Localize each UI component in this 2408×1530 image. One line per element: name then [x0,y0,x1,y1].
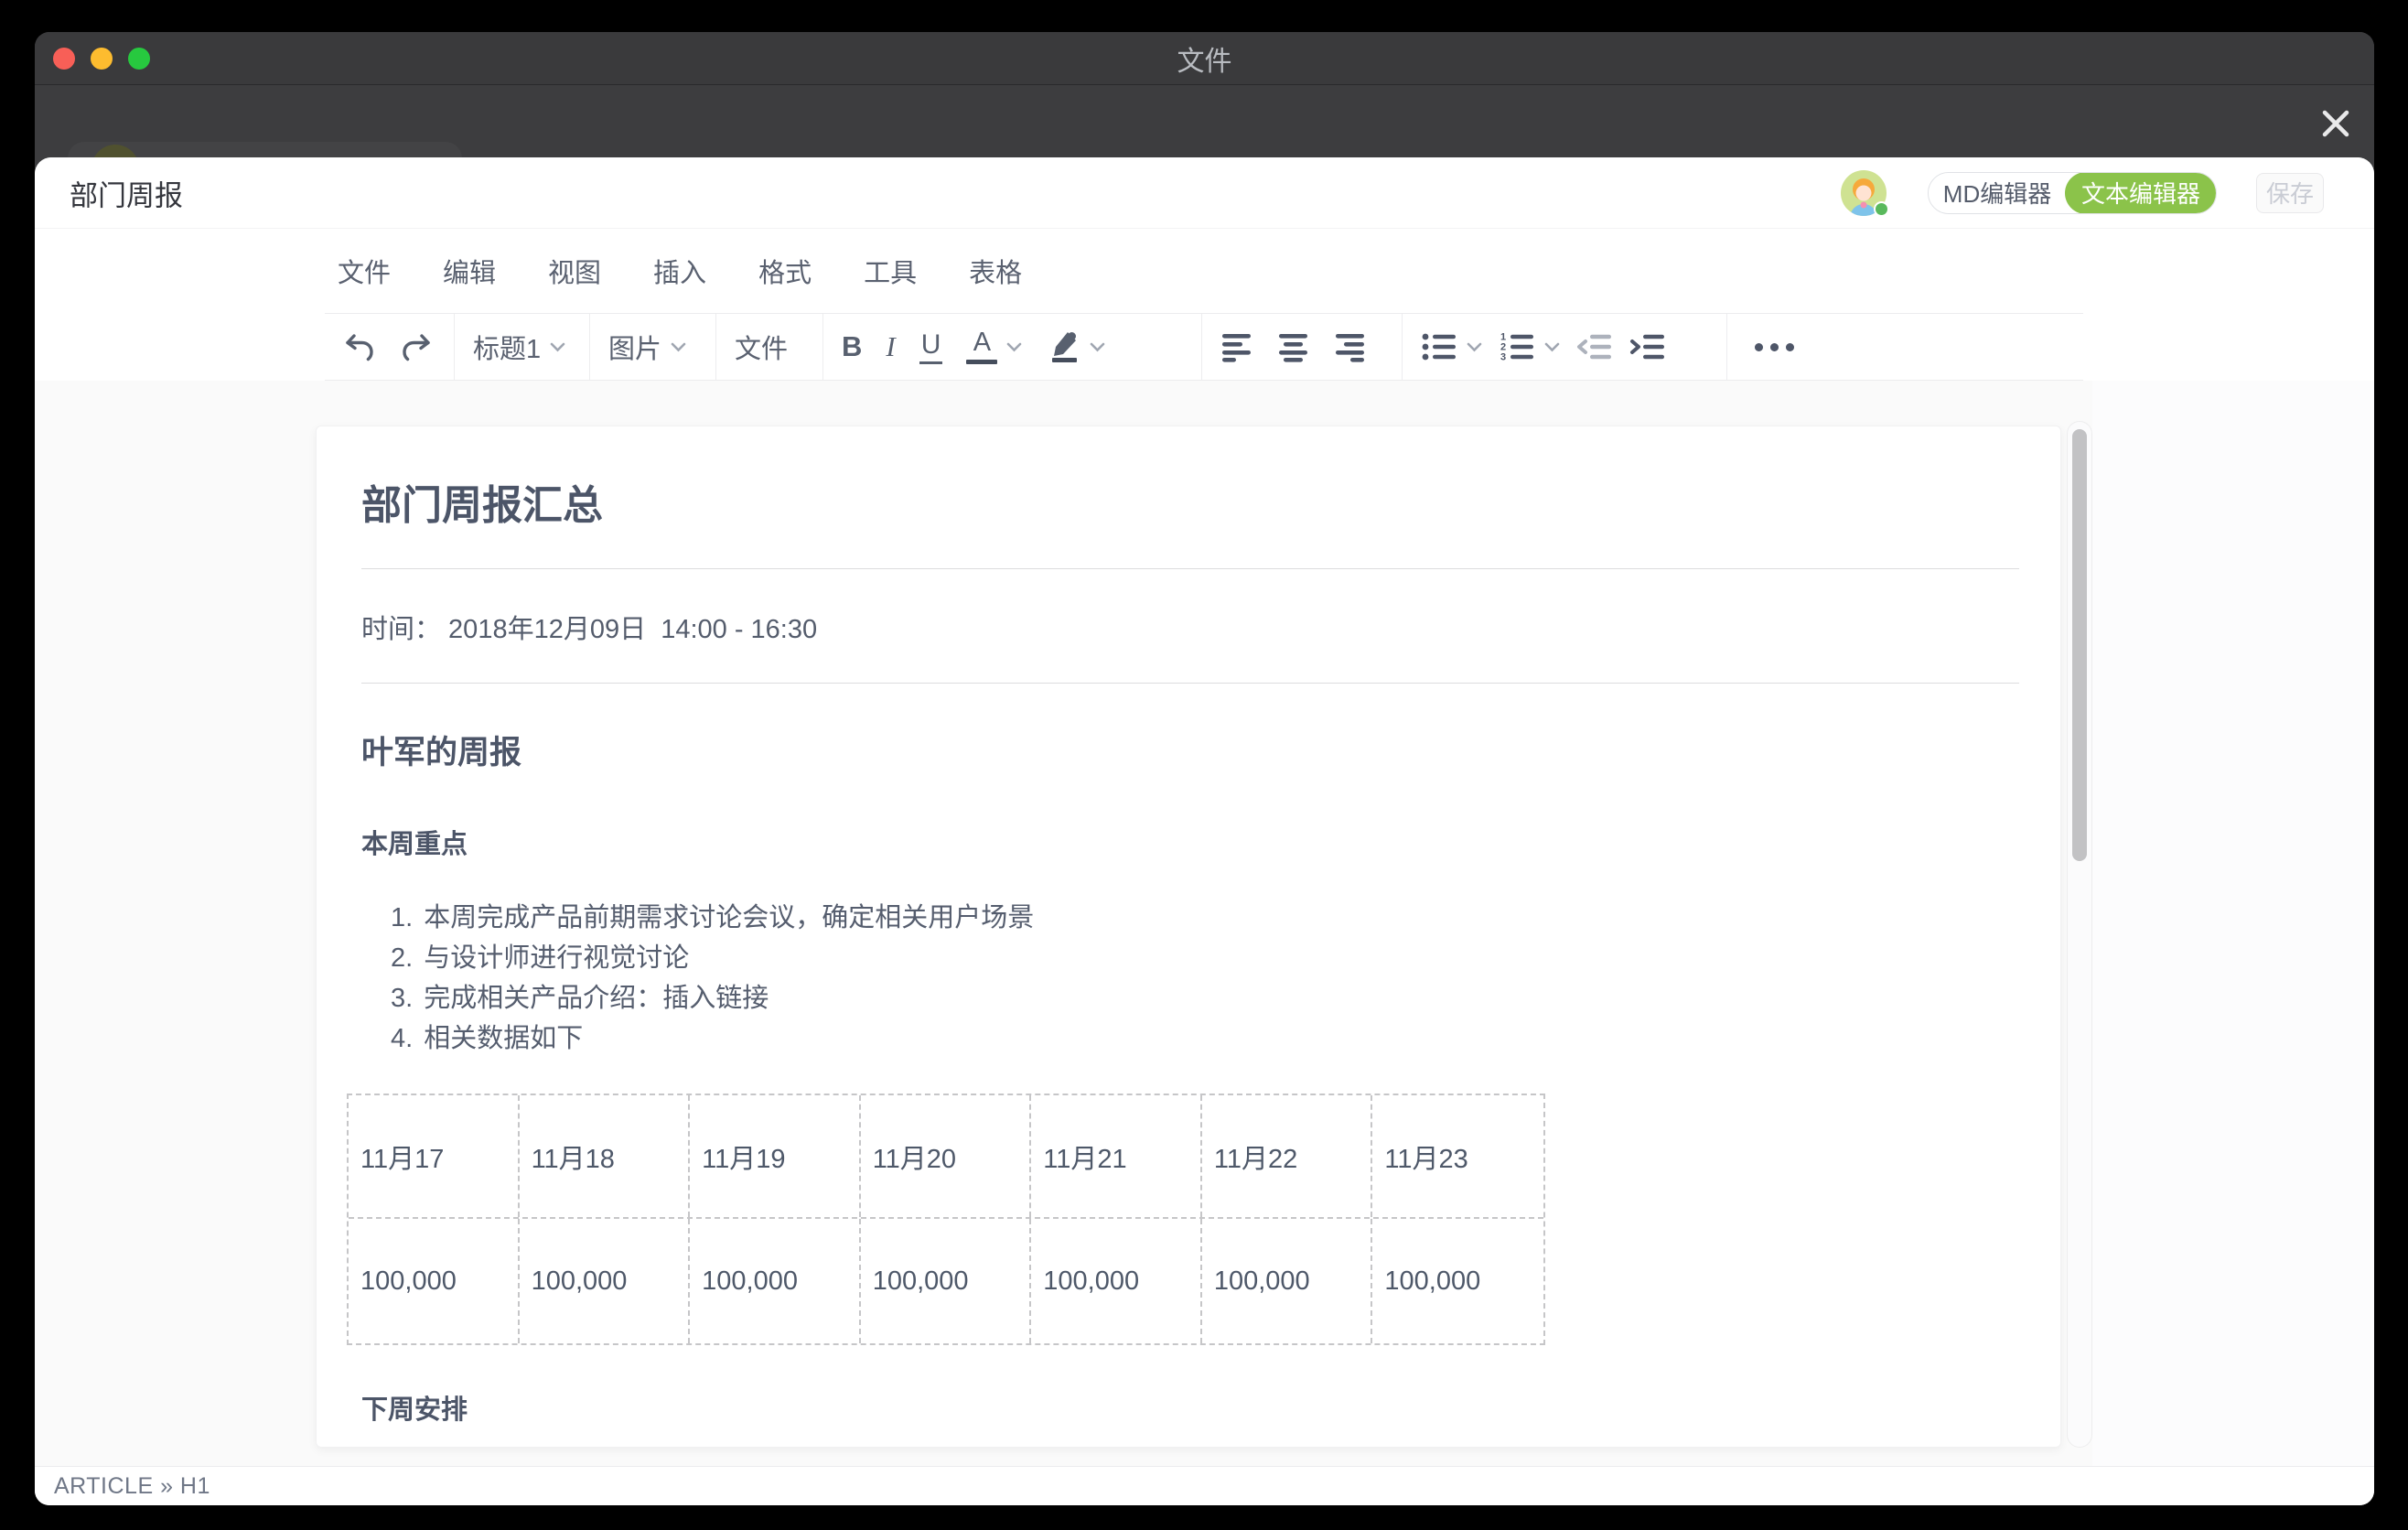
alignment-group [1202,314,1403,380]
chevron-down-icon [1006,342,1022,352]
avatar[interactable] [1841,170,1887,216]
online-status-dot [1874,201,1889,217]
table-header-cell[interactable]: 11月19 [690,1095,861,1217]
doc-section-heading[interactable]: 叶军的周报 [361,727,2019,773]
table-header-row: 11月1711月1811月1911月2011月2111月2211月23 [349,1095,1543,1219]
divider [361,568,2019,569]
status-bar: ARTICLE » H1 [35,1466,2374,1505]
md-editor-tab[interactable]: MD编辑器 [1929,173,2066,213]
modal-header: 部门周报 [35,157,2374,229]
editor-content-area: 部门周报汇总 时间： 2018年12月09日 14:00 - 16:30 叶军的… [35,381,2374,1466]
doc-heading-1[interactable]: 部门周报汇总 [361,472,2019,531]
table-value-cell[interactable]: 100,000 [690,1219,861,1343]
breadcrumb: ARTICLE » H1 [54,1473,210,1500]
highlighter-icon [1046,329,1080,364]
file-group: 文件 [716,314,823,380]
table-header-cell[interactable]: 11月21 [1031,1095,1202,1217]
table-value-cell[interactable]: 100,000 [1031,1219,1202,1343]
align-center-icon[interactable] [1277,331,1310,362]
editor-mode-toggle: MD编辑器 文本编辑器 [1928,172,2217,214]
bullet-list-icon [1421,331,1457,362]
chevron-down-icon [1544,342,1560,352]
list-item[interactable]: 相关数据如下 [391,1018,2019,1059]
underline-button[interactable]: U [919,329,943,364]
header-actions: MD编辑器 文本编辑器 保存 [1841,157,2324,228]
window-titlebar: 文件 [35,32,2374,85]
font-color-button[interactable]: A [966,329,1022,364]
menu-bar: 文件编辑视图插入格式工具表格 [35,229,2374,313]
chevron-down-icon [1090,342,1105,352]
menu-item[interactable]: 视图 [535,246,614,296]
heading-dropdown[interactable]: 标题1 [473,328,565,366]
doc-subsection-next-week[interactable]: 下周安排 [361,1388,2019,1427]
app-window: 文件 部门周报 [35,32,2374,1505]
chevron-down-icon [1467,342,1482,352]
doc-time-line[interactable]: 时间： 2018年12月09日 14:00 - 16:30 [361,608,2019,646]
doc-table: 11月1711月1811月1911月2011月2111月2211月23 100,… [347,1094,1545,1345]
content-right-margin [2092,381,2374,1466]
formatting-toolbar: 标题1 图片 文件 B I [325,313,2083,381]
table-value-row: 100,000100,000100,000100,000100,000100,0… [349,1219,1543,1343]
image-group: 图片 [590,314,716,380]
highlight-color-button[interactable] [1046,329,1105,364]
table-value-cell[interactable]: 100,000 [1202,1219,1373,1343]
scrollbar-thumb[interactable] [2072,429,2087,861]
menu-item[interactable]: 格式 [746,246,824,296]
table-header-cell[interactable]: 11月17 [349,1095,520,1217]
document-page[interactable]: 部门周报汇总 时间： 2018年12月09日 14:00 - 16:30 叶军的… [316,426,2061,1448]
undo-icon[interactable] [343,330,376,363]
chevron-down-icon [671,342,686,352]
doc-ordered-list: 本周完成产品前期需求讨论会议，确定相关用户场景与设计师进行视觉讨论完成相关产品介… [361,898,2019,1059]
editor-modal: 部门周报 [35,157,2374,1505]
menu-item[interactable]: 表格 [956,246,1035,296]
menu-item[interactable]: 插入 [640,246,719,296]
list-indent-group: 1 2 3 [1403,314,1727,380]
numbered-list-icon: 1 2 3 [1499,331,1535,362]
indent-icon[interactable] [1629,331,1666,362]
table-value-cell[interactable]: 100,000 [349,1219,520,1343]
close-icon[interactable] [2316,103,2356,144]
redo-icon[interactable] [400,330,433,363]
doc-subsection-this-week[interactable]: 本周重点 [361,823,2019,861]
screen: 文件 部门周报 [0,0,2408,1530]
bullet-list-button[interactable] [1421,331,1482,362]
attach-file-button[interactable]: 文件 [735,328,788,366]
outdent-icon[interactable] [1576,331,1613,362]
table-header-cell[interactable]: 11月22 [1202,1095,1373,1217]
svg-text:3: 3 [1500,352,1506,363]
chevron-down-icon [550,342,565,352]
italic-button[interactable]: I [886,330,895,363]
list-item[interactable]: 本周完成产品前期需求讨论会议，确定相关用户场景 [391,898,2019,938]
bold-button[interactable]: B [842,330,862,363]
align-left-icon[interactable] [1220,331,1253,362]
document-title-label: 部门周报 [70,172,183,213]
table-value-cell[interactable]: 100,000 [861,1219,1032,1343]
window-title: 文件 [35,38,2374,79]
list-item[interactable]: 与设计师进行视觉讨论 [391,938,2019,978]
text-style-group: B I U A [823,314,1202,380]
scrollbar-track[interactable] [2067,421,2092,1448]
table-value-cell[interactable]: 100,000 [520,1219,691,1343]
image-dropdown[interactable]: 图片 [608,328,686,366]
save-button[interactable]: 保存 [2256,173,2324,213]
numbered-list-button[interactable]: 1 2 3 [1499,331,1560,362]
align-right-icon[interactable] [1334,331,1367,362]
history-group [325,314,455,380]
heading-group: 标题1 [455,314,590,380]
menu-item[interactable]: 编辑 [430,246,509,296]
menu-item[interactable]: 文件 [325,246,403,296]
list-item[interactable]: 完成相关产品介绍：插入链接 [391,978,2019,1018]
menu-item[interactable]: 工具 [851,246,930,296]
table-value-cell[interactable]: 100,000 [1372,1219,1543,1343]
more-options-icon[interactable] [1755,343,1794,351]
divider [361,683,2019,684]
table-header-cell[interactable]: 11月20 [861,1095,1032,1217]
table-header-cell[interactable]: 11月18 [520,1095,691,1217]
more-group [1727,314,2083,380]
table-header-cell[interactable]: 11月23 [1372,1095,1543,1217]
text-editor-tab[interactable]: 文本编辑器 [2065,172,2217,214]
